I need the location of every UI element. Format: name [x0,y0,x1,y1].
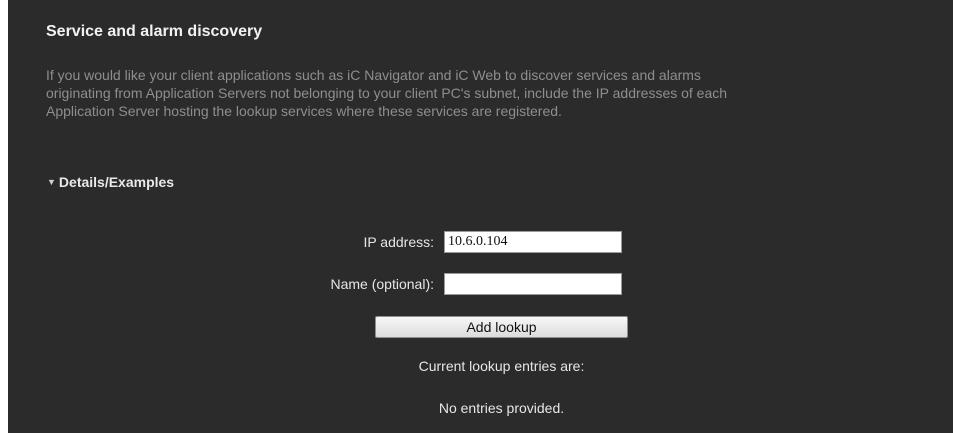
name-label: Name (optional): [330,276,435,292]
ip-address-label: IP address: [363,234,434,250]
empty-entries-message: No entries provided. [438,400,565,416]
current-entries-heading: Current lookup entries are: [418,358,585,374]
add-lookup-button[interactable]: Add lookup [375,316,628,338]
section-title: Service and alarm discovery [46,23,263,40]
name-input[interactable] [444,273,622,295]
description-line: Application Server hosting the lookup se… [46,103,562,119]
ip-address-input[interactable] [444,231,622,253]
section-description: If you would like your client applicatio… [46,66,953,120]
details-examples-toggle[interactable]: ▼ Details/Examples [47,174,174,190]
triangle-down-icon: ▼ [47,177,56,187]
service-discovery-panel: Service and alarm discovery If you would… [8,0,953,433]
page: Service and alarm discovery If you would… [0,0,953,433]
description-line: originating from Application Servers not… [46,85,728,101]
description-line: If you would like your client applicatio… [46,67,701,83]
details-examples-label: Details/Examples [58,174,175,190]
